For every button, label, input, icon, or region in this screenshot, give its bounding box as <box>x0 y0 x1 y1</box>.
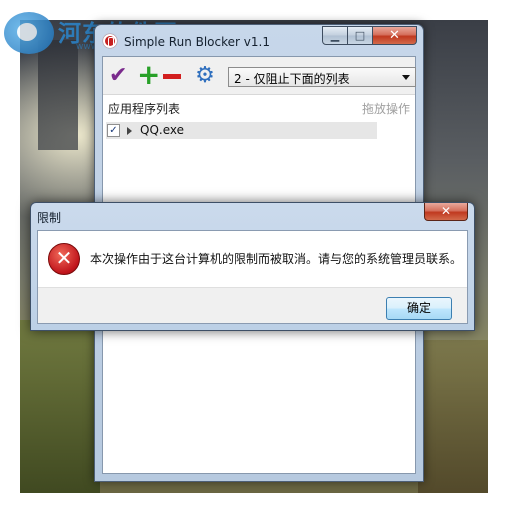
maximize-button[interactable]: □ <box>348 26 373 45</box>
gear-icon[interactable]: ⚙ <box>194 65 216 87</box>
expand-arrow-icon[interactable] <box>127 127 132 135</box>
minimize-button[interactable]: ▁ <box>322 26 348 45</box>
mode-select-value: 2 - 仅阻止下面的列表 <box>234 72 350 86</box>
dialog-message: 本次操作由于这台计算机的限制而被取消。请与您的系统管理员联系。 <box>90 252 463 266</box>
minus-icon[interactable] <box>163 74 181 79</box>
app-title: Simple Run Blocker v1.1 <box>124 35 270 49</box>
list-item[interactable]: ✓ QQ.exe <box>106 122 377 139</box>
list-header-title: 应用程序列表 <box>108 102 181 116</box>
check-icon[interactable]: ✔ <box>109 65 129 87</box>
mode-select[interactable]: 2 - 仅阻止下面的列表 <box>228 67 416 87</box>
wallpaper-foliage-left <box>20 320 100 493</box>
chevron-down-icon <box>402 75 410 80</box>
app-title-bar[interactable]: Simple Run Blocker v1.1 ▁ □ ✕ <box>95 25 423 55</box>
dialog-title: 限制 <box>37 211 62 225</box>
caption-buttons: ▁ □ ✕ <box>322 26 417 45</box>
ok-button[interactable]: 确定 <box>386 297 452 320</box>
close-button[interactable]: ✕ <box>373 26 417 45</box>
dialog-client-area: ✕ 本次操作由于这台计算机的限制而被取消。请与您的系统管理员联系。 确定 <box>37 230 468 324</box>
restriction-dialog: 限制 ✕ ✕ 本次操作由于这台计算机的限制而被取消。请与您的系统管理员联系。 确… <box>30 202 475 331</box>
error-icon: ✕ <box>48 243 80 275</box>
list-item-label: QQ.exe <box>140 123 184 137</box>
drag-drop-hint: 拖放操作 <box>361 102 410 116</box>
toolbar: ✔ + ⚙ 2 - 仅阻止下面的列表 <box>103 57 416 95</box>
dialog-close-button[interactable]: ✕ <box>424 203 468 221</box>
app-logo-icon <box>103 34 117 48</box>
dialog-content: ✕ 本次操作由于这台计算机的限制而被取消。请与您的系统管理员联系。 <box>38 231 467 287</box>
plus-icon[interactable]: + <box>137 61 160 89</box>
list-header: 应用程序列表 拖放操作 <box>103 96 415 120</box>
dialog-footer: 确定 <box>38 287 467 323</box>
watermark-logo-icon <box>4 12 54 54</box>
list-item-checkbox[interactable]: ✓ <box>107 124 120 137</box>
wallpaper-foliage-right <box>418 340 488 493</box>
